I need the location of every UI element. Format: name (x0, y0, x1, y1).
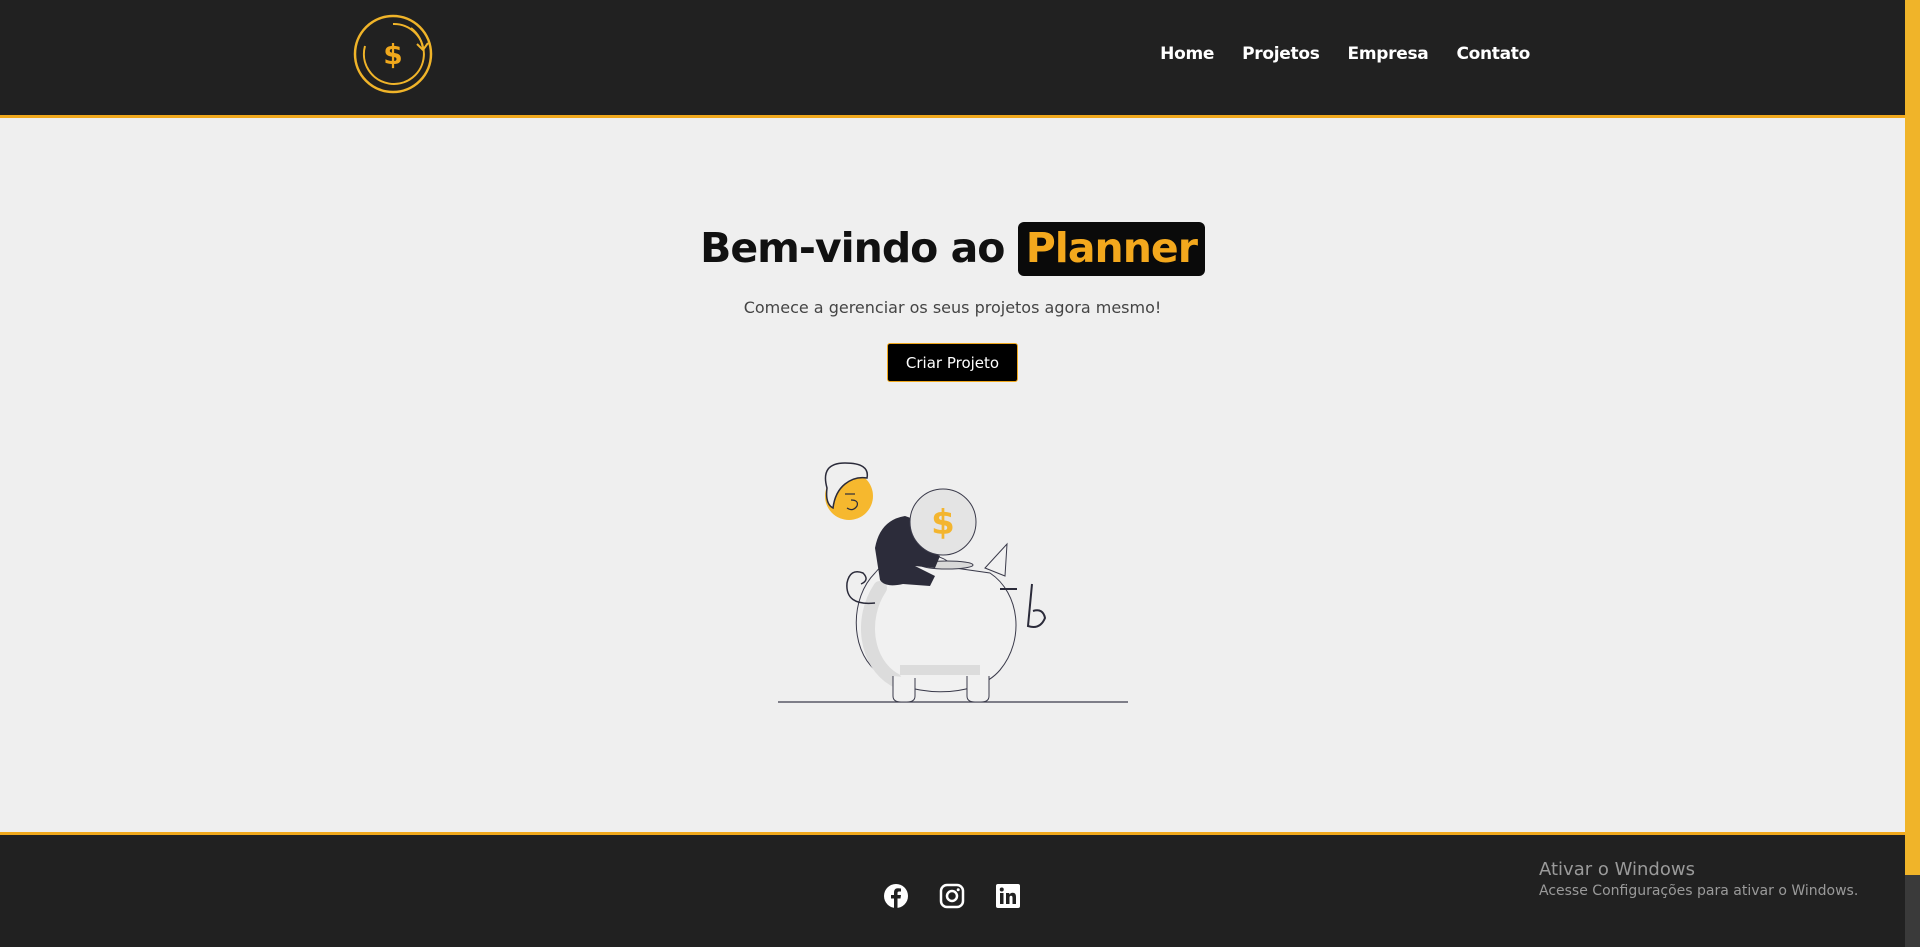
nav-contato[interactable]: Contato (1456, 44, 1530, 64)
hero-title-prefix: Bem-vindo ao (700, 224, 1005, 272)
hero-section: Bem-vindo ao Planner Comece a gerenciar … (0, 118, 1905, 832)
dollar-cycle-icon: $ (353, 14, 433, 94)
piggy-bank-illustration: $ (775, 408, 1130, 708)
social-links (883, 883, 1021, 909)
instagram-icon[interactable] (939, 883, 965, 909)
nav-home[interactable]: Home (1160, 44, 1214, 64)
coin-symbol: $ (931, 503, 955, 543)
activation-title: Ativar o Windows (1539, 859, 1695, 880)
page-scrollbar[interactable] (1905, 0, 1920, 947)
facebook-icon[interactable] (883, 883, 909, 909)
logo[interactable]: $ (351, 12, 435, 96)
hero-title-highlight: Planner (1017, 222, 1205, 276)
scrollbar-thumb[interactable] (1905, 875, 1920, 947)
logo-symbol: $ (383, 38, 402, 71)
nav-projetos[interactable]: Projetos (1242, 44, 1320, 64)
windows-activation-watermark: Ativar o Windows Acesse Configurações pa… (1539, 859, 1858, 899)
activation-subtitle: Acesse Configurações para ativar o Windo… (1539, 883, 1859, 899)
hero-title: Bem-vindo ao Planner (0, 222, 1905, 276)
page: $ Home Projetos Empresa Contato Bem-vind… (0, 0, 1920, 947)
hero-subtitle: Comece a gerenciar os seus projetos agor… (743, 298, 1162, 317)
site-footer: Ativar o Windows Acesse Configurações pa… (0, 832, 1905, 947)
site-header: $ Home Projetos Empresa Contato (0, 0, 1905, 118)
create-project-button[interactable]: Criar Projeto (887, 343, 1018, 382)
nav-empresa[interactable]: Empresa (1348, 44, 1429, 64)
main-nav: Home Projetos Empresa Contato (1160, 44, 1530, 64)
linkedin-icon[interactable] (995, 883, 1021, 909)
